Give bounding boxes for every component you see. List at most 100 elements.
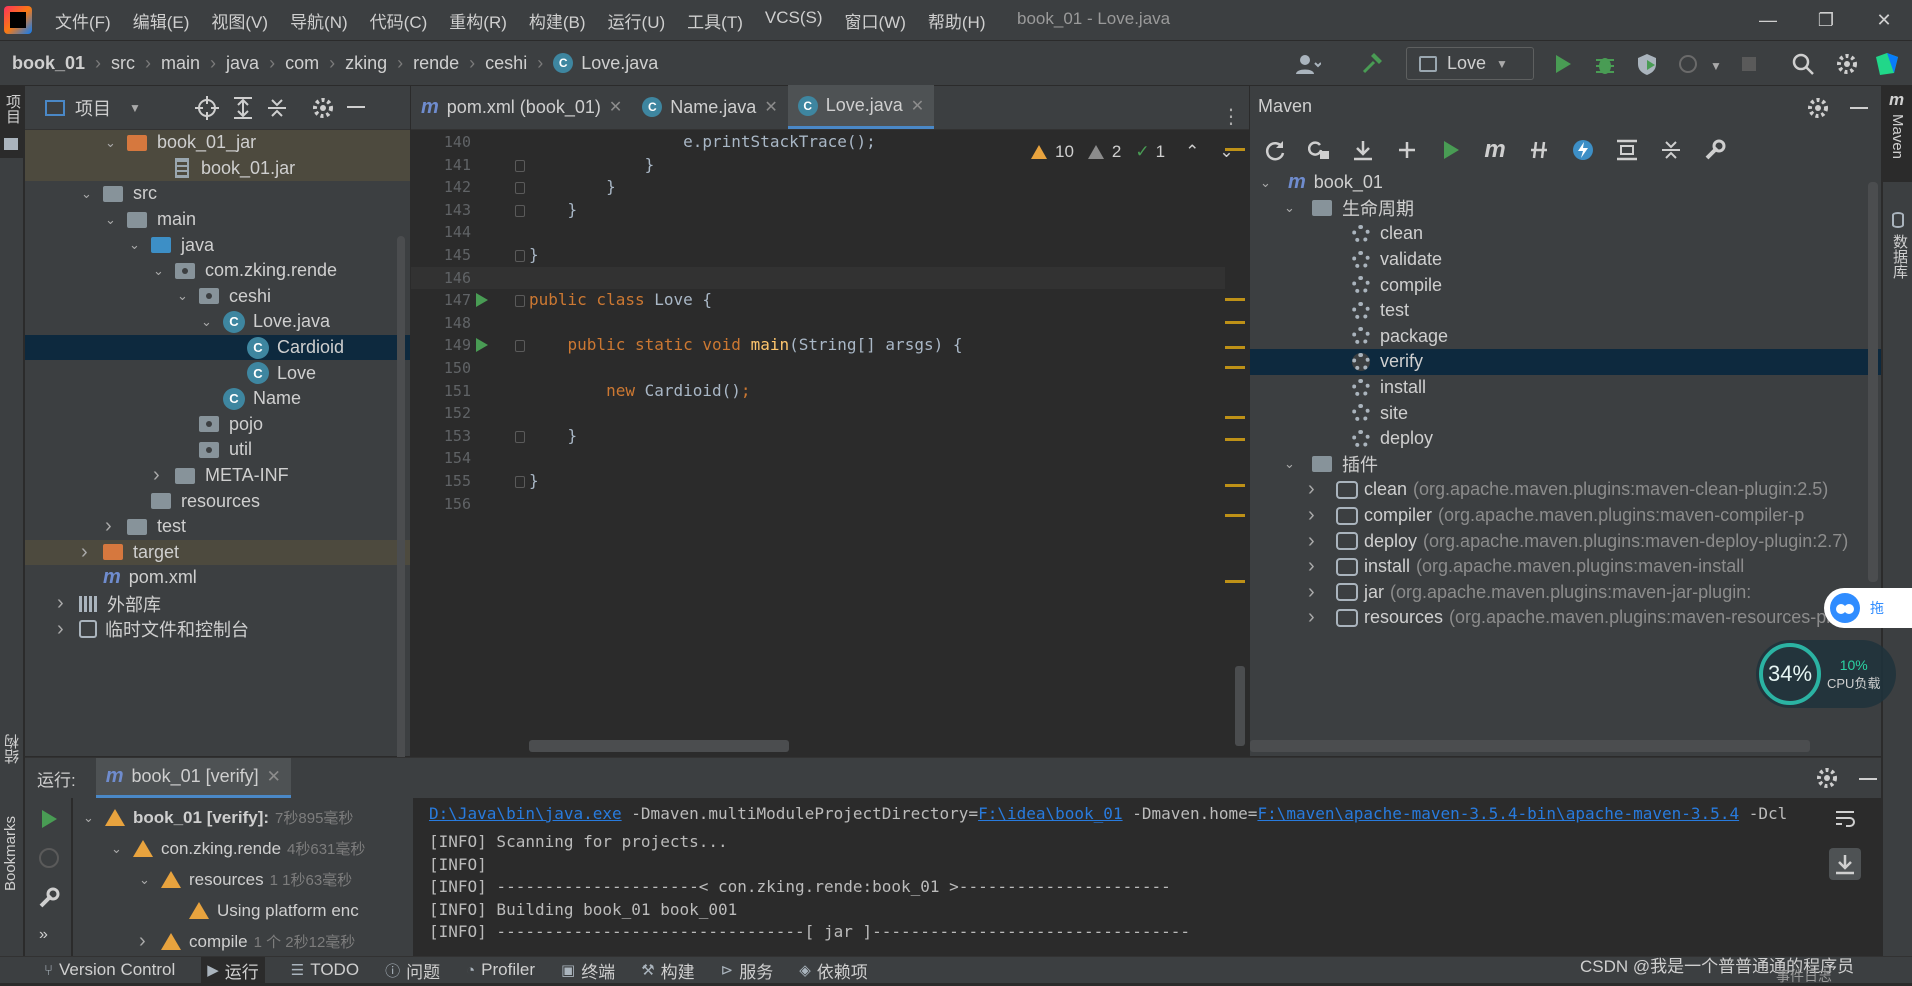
project-tree-item[interactable]: ⌄ com.zking.rende [25, 258, 410, 284]
run-maven-build-icon[interactable] [1436, 135, 1466, 165]
menu-item[interactable]: 代码(C) [359, 8, 439, 33]
run-icon[interactable] [1548, 49, 1578, 79]
maven-tree-item[interactable]: site [1250, 400, 1881, 426]
chevron-right-icon[interactable]: › [1308, 530, 1336, 553]
chevron-right-icon[interactable]: › [1308, 555, 1336, 578]
close-tab-icon[interactable]: ✕ [609, 97, 622, 117]
maven-tree-item[interactable]: deploy [1250, 426, 1881, 452]
maven-tree-item[interactable]: › deploy (org.apache.maven.plugins:maven-d… [1250, 528, 1881, 554]
tool-window-button[interactable]: ◔ Profiler [466, 960, 535, 980]
tool-window-button[interactable]: ⑂ Version Control [44, 960, 175, 980]
expand-all-icon[interactable] [231, 96, 255, 120]
maven-tree-item[interactable]: › clean (org.apache.maven.plugins:maven-cl… [1250, 477, 1881, 503]
reload-icon[interactable] [1260, 135, 1290, 165]
chevron-down-icon[interactable]: ⌄ [139, 872, 161, 888]
editor-vertical-scrollbar[interactable] [1235, 666, 1245, 746]
run-settings-gear-icon[interactable] [1815, 766, 1839, 790]
menu-item[interactable]: 构建(B) [518, 8, 597, 33]
breadcrumb-item[interactable]: java [226, 53, 259, 74]
chevron-right-icon[interactable]: › [1308, 606, 1336, 629]
project-view-label[interactable]: 项目 [75, 95, 111, 121]
project-tree-item[interactable]: m pom.xml [25, 565, 410, 591]
settings-gear-icon[interactable] [1832, 49, 1862, 79]
previous-highlight-icon[interactable]: ⌃ [1185, 142, 1199, 162]
chevron-down-icon[interactable]: ⌄ [201, 314, 223, 330]
scroll-to-end-icon[interactable] [1829, 848, 1861, 880]
warning-stripe-marker[interactable] [1225, 321, 1245, 324]
more-run-chevron-icon[interactable]: ▼ [1710, 59, 1722, 73]
warning-stripe-marker[interactable] [1225, 484, 1245, 487]
tool-window-button[interactable]: ⊳ 服务 [721, 958, 774, 983]
fold-marker-icon[interactable] [515, 340, 525, 353]
tool-window-button[interactable]: ▶ 运行 [201, 956, 265, 984]
close-tab-icon[interactable]: ✕ [764, 97, 777, 117]
chevron-right-icon[interactable]: › [139, 930, 161, 953]
chevron-down-icon[interactable]: ⌄ [105, 135, 127, 151]
stop-icon[interactable] [1734, 49, 1764, 79]
chevron-right-icon[interactable]: › [81, 541, 103, 564]
chevron-down-icon[interactable]: ⌄ [129, 237, 151, 253]
maven-tree-item[interactable]: › jar (org.apache.maven.plugins:maven-jar-… [1250, 580, 1881, 606]
run-configuration-select[interactable]: Love ▼ [1406, 47, 1534, 80]
project-tree-item[interactable]: › test [25, 514, 410, 540]
menu-item[interactable]: 窗口(W) [834, 8, 917, 33]
fold-marker-icon[interactable] [515, 476, 525, 488]
bookmarks-tool-button[interactable]: Bookmarks [0, 816, 24, 926]
chevron-down-icon[interactable]: ⌄ [83, 810, 105, 826]
maven-settings-gear-icon[interactable] [1806, 96, 1830, 120]
project-tree-item[interactable]: ⌄ src [25, 181, 410, 207]
warning-stripe-marker[interactable] [1225, 438, 1245, 441]
warning-stripe-marker[interactable] [1225, 148, 1245, 151]
warning-stripe-marker[interactable] [1225, 416, 1245, 419]
menu-item[interactable]: 视图(V) [200, 8, 279, 33]
maven-tree-item[interactable]: ⌄ m book_01 [1250, 170, 1881, 196]
project-scrollbar[interactable] [397, 236, 405, 836]
project-tree-item[interactable]: ⌄ ceshi [25, 284, 410, 310]
run-tree-item[interactable]: › compile 1 个 2秒12毫秒 [73, 926, 413, 957]
run-tab[interactable]: m book_01 [verify] ✕ [95, 758, 291, 798]
project-tree-item[interactable]: ⌄ java [25, 232, 410, 258]
wrench-icon[interactable] [37, 886, 61, 910]
jetbrains-toolbox-icon[interactable] [1872, 49, 1902, 79]
more-tabs-icon[interactable]: ⋮ [1221, 104, 1241, 129]
hide-panel-icon[interactable] [347, 106, 365, 108]
tool-window-button[interactable]: ⚒ 构建 [641, 958, 694, 983]
menu-item[interactable]: 帮助(H) [917, 8, 997, 33]
fold-marker-icon[interactable] [515, 204, 525, 217]
java-exe-link[interactable]: D:\Java\bin\java.exe [429, 804, 622, 823]
rerun-icon[interactable] [39, 808, 59, 830]
project-tree-item[interactable]: pojo [25, 412, 410, 438]
next-highlight-icon[interactable]: ⌄ [1219, 142, 1233, 162]
maven-hide-icon[interactable] [1850, 107, 1868, 109]
project-tree-item[interactable]: util [25, 437, 410, 463]
breadcrumb-item[interactable]: src [111, 53, 135, 74]
maven-tree-item[interactable]: › compiler (org.apache.maven.plugins:maven… [1250, 503, 1881, 529]
editor-tab[interactable]: m pom.xml (book_01) ✕ [411, 85, 632, 129]
tool-window-button[interactable]: ⓘ 问题 [385, 958, 440, 983]
add-project-icon[interactable] [1392, 135, 1422, 165]
breadcrumb-item[interactable]: com [285, 53, 319, 74]
project-tree-item[interactable]: › META-INF [25, 463, 410, 489]
menu-item[interactable]: 重构(R) [438, 8, 518, 33]
chevron-down-icon[interactable]: ⌄ [111, 841, 133, 857]
maven-horizontal-scrollbar[interactable] [1250, 740, 1810, 752]
chevron-down-icon[interactable]: ⌄ [1260, 175, 1288, 191]
menu-item[interactable]: 文件(F) [44, 8, 122, 33]
maven-tree-item[interactable]: compile [1250, 272, 1881, 298]
maven-settings-wrench-icon[interactable] [1700, 135, 1730, 165]
cpu-load-widget[interactable]: 34% 10% CPU负载 [1756, 640, 1896, 708]
toggle-offline-icon[interactable] [1524, 135, 1554, 165]
event-log-label[interactable]: 事件日志 [1776, 966, 1832, 986]
breadcrumb-item[interactable]: ceshi [485, 53, 527, 74]
run-tree-item[interactable]: ⌄ con.zking.rende 4秒631毫秒 [73, 833, 413, 864]
chevron-right-icon[interactable]: › [57, 618, 79, 641]
minimize-button[interactable]: — [1740, 0, 1796, 40]
user-icon[interactable] [1293, 49, 1323, 79]
inspection-widget[interactable]: 10 2 ✓ 1 ⌃ ⌄ [1031, 142, 1234, 162]
maven-home-link[interactable]: F:\maven\apache-maven-3.5.4-bin\apache-m… [1257, 804, 1739, 823]
run-tree-item[interactable]: ⌄ resources 1 1秒63毫秒 [73, 864, 413, 895]
project-dir-link[interactable]: F:\idea\book_01 [978, 804, 1123, 823]
structure-tool-button[interactable]: 结构 [0, 726, 24, 806]
maven-tree-item[interactable]: › install (org.apache.maven.plugins:maven-… [1250, 554, 1881, 580]
chevron-right-icon[interactable]: › [153, 464, 175, 487]
